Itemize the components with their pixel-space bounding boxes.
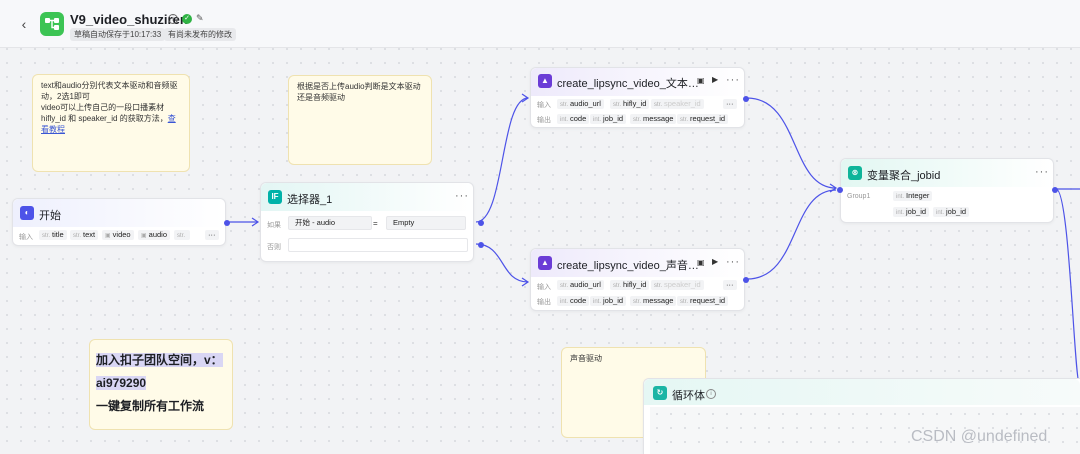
aggregate-icon: ⊗ (848, 166, 862, 180)
var-chip: str. speaker_id (651, 99, 704, 109)
watermark: CSDN @undefined (911, 428, 1048, 445)
var-chip: str. hifly_id (610, 99, 650, 109)
input-label: 输入 (537, 102, 551, 109)
input-port[interactable] (837, 187, 843, 193)
lipsync-audio-node[interactable]: ▲ create_lipsync_video_声音… ▣ ▶ ··· 输入 st… (530, 248, 749, 311)
var-chip: ▣ video (102, 230, 134, 240)
start-node[interactable]: ◐ 开始 输入 str. title str. text ▣ video ▣ audio… (12, 198, 230, 246)
output-port[interactable] (1052, 187, 1058, 193)
note-text: 根据是否上传audio判断是文本驱动还是音频驱动 (297, 82, 421, 102)
condition-right-field[interactable]: Empty (386, 216, 466, 230)
run-icon[interactable]: ▶ (712, 257, 718, 266)
more-vars-button[interactable]: ··· (205, 230, 219, 240)
var-chip: str. title (39, 230, 67, 240)
note-text: 声音驱动 (570, 354, 602, 363)
node-title: 开始 (39, 210, 61, 222)
condition-operator[interactable]: = (373, 219, 378, 228)
run-icon[interactable]: ▶ (712, 75, 718, 84)
if-output-port[interactable] (478, 220, 484, 226)
debug-icon[interactable]: ▣ (697, 76, 705, 85)
var-chip: str. request_id (677, 296, 729, 306)
var-chip: str. request_id (677, 114, 729, 124)
var-chip: str. audio_url (557, 280, 604, 290)
promo-line: 加入扣子团队空间，v： (96, 353, 223, 367)
type-chip: int. Integer (893, 191, 933, 201)
aggregate-node[interactable]: ⊗ 变量聚合_jobid ··· Group1 int. Integer int.… (837, 158, 1058, 223)
output-port[interactable] (743, 96, 749, 102)
note-line: hifly_id 和 speaker_id 的获取方法，查看教程 (41, 114, 176, 134)
var-chip: str. message (630, 114, 677, 124)
loop-icon: ↻ (653, 386, 667, 400)
more-menu-button[interactable]: ··· (455, 190, 469, 202)
output-port[interactable] (224, 220, 230, 226)
image-icon: ▣ (141, 233, 147, 239)
condition-icon: IF (268, 190, 282, 204)
more-menu-button[interactable]: ··· (1035, 166, 1049, 178)
note-line: text和audio分别代表文本驱动和音频驱动，2选1即可 (41, 81, 178, 101)
var-chip: str. message (630, 296, 677, 306)
node-title: 变量聚合_jobid (867, 170, 941, 182)
edge-audio-aggregate (746, 189, 837, 280)
edge-selector-text (475, 97, 529, 223)
more-vars-button[interactable]: ··· (723, 280, 737, 290)
else-output-port[interactable] (478, 242, 484, 248)
var-chip: int. job_id (893, 207, 930, 217)
var-chip: int. job_id (933, 207, 970, 217)
output-label: 输出 (537, 117, 551, 124)
var-chip: str. (174, 230, 191, 240)
var-chip: int. code (557, 114, 590, 124)
image-icon: ▣ (105, 233, 111, 239)
var-chip: str. speaker_id (651, 280, 704, 290)
group-label: Group1 (847, 193, 871, 200)
var-chip: ▣ audio (138, 230, 171, 240)
more-menu-button[interactable]: ··· (726, 74, 740, 86)
var-chip: int. job_id (590, 114, 627, 124)
var-chip: int. job_id (590, 296, 627, 306)
if-label: 如果 (267, 222, 281, 229)
input-label: 输入 (19, 234, 33, 241)
input-label: 输入 (537, 284, 551, 291)
var-chip: str. audio_url (557, 99, 604, 109)
edge-selector-audio (475, 243, 529, 283)
note-promo[interactable]: 加入扣子团队空间，v： ai979290 一键复制所有工作流 (89, 339, 233, 430)
edge-text-aggregate (746, 97, 837, 189)
else-branch-field[interactable] (288, 238, 468, 252)
plugin-icon: ▲ (538, 256, 552, 270)
edge-aggregate-loop (1055, 188, 1080, 387)
plugin-icon: ▲ (538, 74, 552, 88)
else-label: 否则 (267, 244, 281, 251)
node-title: create_lipsync_video_文本… (557, 78, 699, 90)
output-label: 输出 (537, 299, 551, 306)
info-icon[interactable]: i (706, 389, 716, 399)
note-instructions[interactable]: text和audio分别代表文本驱动和音频驱动，2选1即可 video可以上传自… (32, 74, 190, 172)
var-chip: int. code (557, 296, 590, 306)
start-icon: ◐ (20, 206, 34, 220)
lipsync-text-node[interactable]: ▲ create_lipsync_video_文本… ▣ ▶ ··· 输入 st… (530, 67, 749, 128)
promo-line: ai979290 (96, 376, 147, 390)
note-line: video可以上传自己的一段口播素材 (41, 103, 165, 112)
condition-left-field[interactable]: 开始 - audio (288, 216, 372, 230)
var-chip: str. text (70, 230, 99, 240)
more-menu-button[interactable]: ··· (726, 256, 740, 268)
note-selector-explain[interactable]: 根据是否上传audio判断是文本驱动还是音频驱动 (288, 75, 432, 165)
selector-node[interactable]: IF 选择器_1 ··· 如果 开始 - audio = Empty 否则 (260, 182, 484, 262)
output-port[interactable] (743, 277, 749, 283)
debug-icon[interactable]: ▣ (697, 258, 705, 267)
node-title: 循环体 (672, 390, 705, 402)
more-vars-button[interactable]: ··· (723, 99, 737, 109)
promo-line: 一键复制所有工作流 (96, 399, 205, 413)
node-title: 选择器_1 (287, 194, 333, 206)
node-title: create_lipsync_video_声音… (557, 260, 699, 272)
var-chip: str. hifly_id (610, 280, 650, 290)
